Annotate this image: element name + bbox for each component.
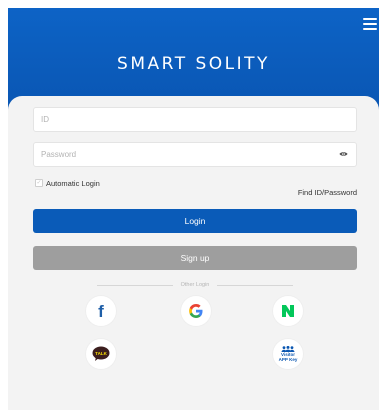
hamburger-menu-icon[interactable] <box>363 18 377 32</box>
divider-line <box>217 284 293 286</box>
kakaotalk-login-button[interactable]: TALK <box>86 339 116 369</box>
other-login-divider: Other Login <box>97 281 293 289</box>
facebook-icon: f <box>98 303 104 319</box>
find-id-password-link[interactable]: Find ID/Password <box>298 188 357 197</box>
facebook-login-button[interactable]: f <box>86 296 116 326</box>
svg-text:TALK: TALK <box>95 351 107 356</box>
id-input[interactable] <box>33 107 357 132</box>
brand-title: SMART SOLITY <box>117 54 270 74</box>
naver-login-button[interactable] <box>273 296 303 326</box>
visitor-app-key-button[interactable]: Visitor APP Key <box>273 339 303 369</box>
password-input[interactable] <box>33 142 357 167</box>
naver-icon <box>282 305 294 317</box>
google-icon <box>189 304 203 318</box>
kakaotalk-icon: TALK <box>92 346 110 361</box>
divider-line <box>97 284 173 286</box>
automatic-login-toggle[interactable]: ✓ Automatic Login <box>35 178 100 188</box>
eye-icon[interactable] <box>339 151 348 157</box>
other-login-label: Other Login <box>180 282 210 288</box>
app-key-label: APP Key <box>278 357 298 362</box>
svg-text:f: f <box>98 303 104 319</box>
login-button[interactable]: Login <box>33 209 357 233</box>
google-login-button[interactable] <box>181 296 211 326</box>
app-header: SMART SOLITY <box>8 8 379 110</box>
automatic-login-label: Automatic Login <box>46 178 100 188</box>
visitor-app-key-icon: Visitor APP Key <box>278 346 298 362</box>
automatic-login-checkbox[interactable]: ✓ <box>35 179 43 187</box>
signup-button[interactable]: Sign up <box>33 246 357 270</box>
